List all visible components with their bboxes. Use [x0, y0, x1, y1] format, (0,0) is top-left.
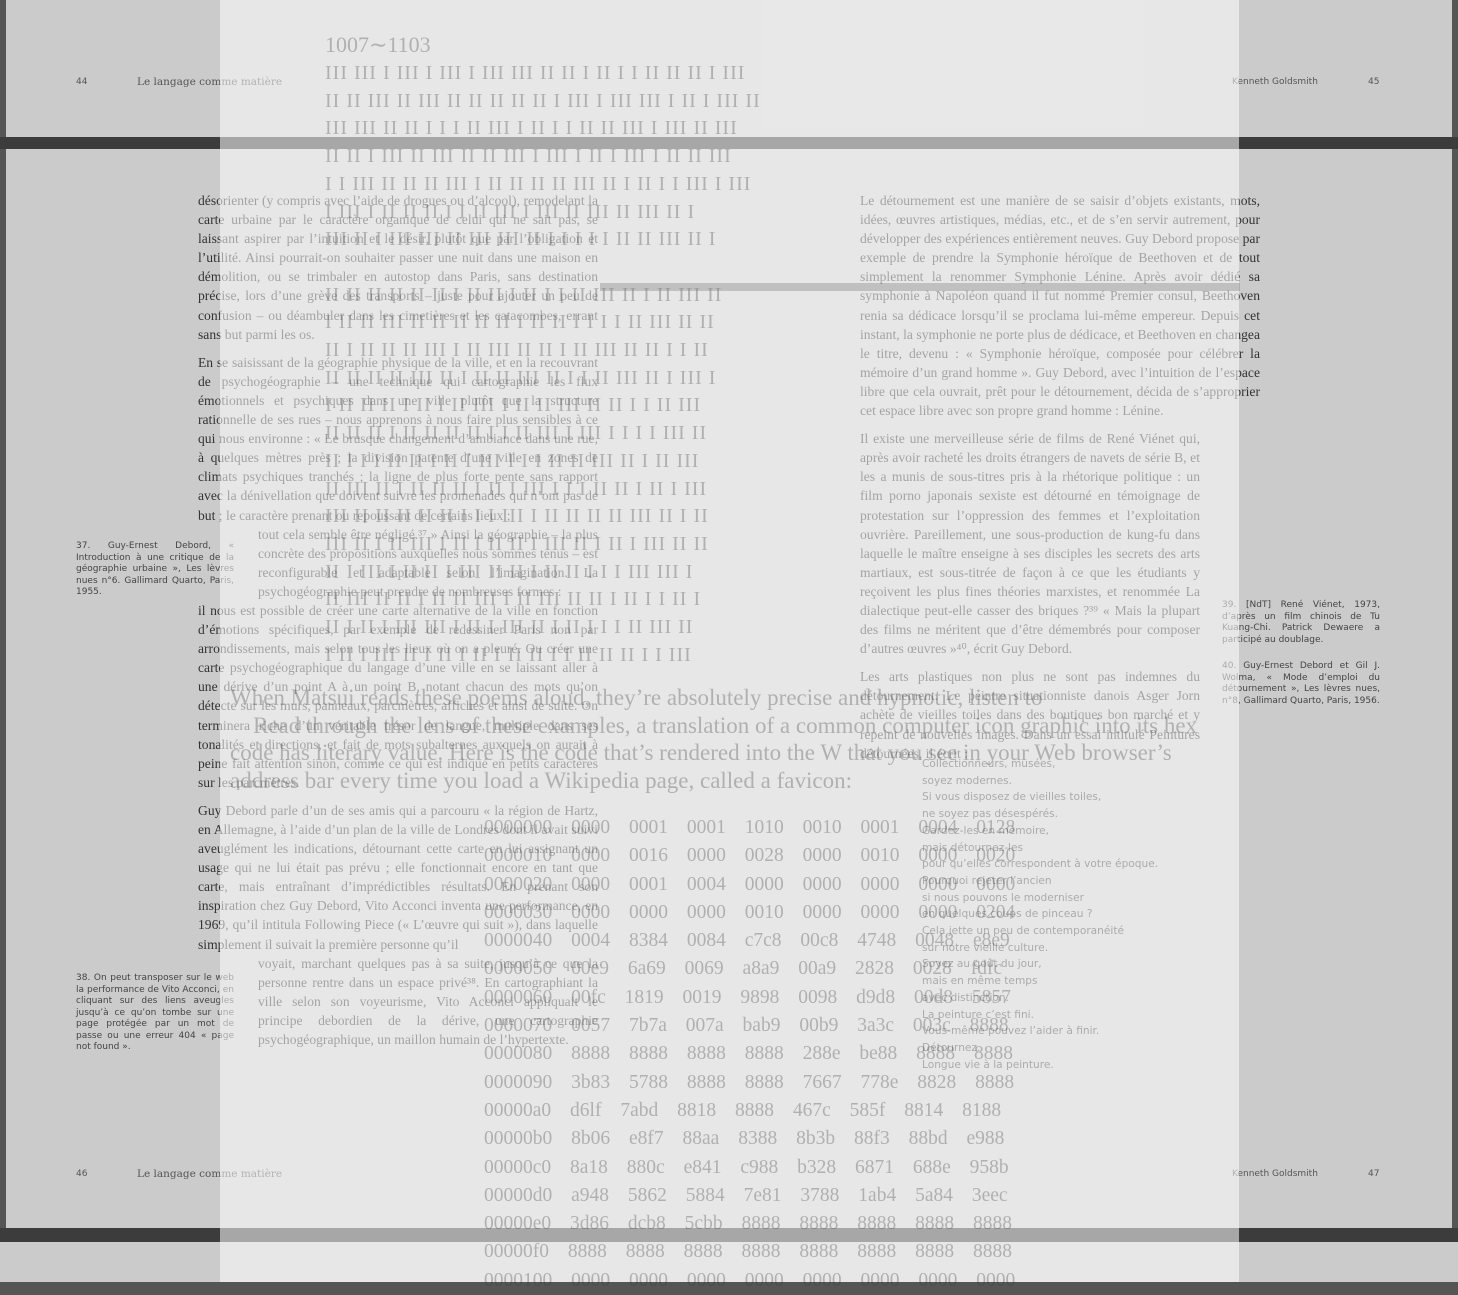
- ghost-hex-row: 0000030 0000 0000 0000 0010 0000 0000 00…: [484, 901, 1016, 923]
- ghost-hex-row: 00000e0 3d86 dcb8 5cbb 8888 8888 8888 88…: [484, 1213, 1012, 1235]
- ghost-prose-line: When Matsui reads these poems aloud, the…: [230, 685, 1043, 710]
- ghost-hex-row: 00000f0 8888 8888 8888 8888 8888 8888 88…: [484, 1241, 1012, 1263]
- ghost-hex-row: 0000090 3b83 5788 8888 8888 7667 778e 88…: [484, 1071, 1015, 1093]
- ghost-bar-row: II I III I II II I III II II I II II I I…: [325, 560, 694, 583]
- ghost-hex-row: 0000070 0057 7b7a 007a bab9 00b9 3a3c 00…: [484, 1015, 1009, 1037]
- ghost-bar-row: III III II II I I I II III I II I I II I…: [325, 117, 738, 140]
- ghost-bar-row: II II II I II II II II I I II III I III …: [325, 422, 708, 445]
- ghost-bar-rows: III III I III I III I III III II II I II…: [325, 60, 761, 669]
- ghost-bar-row: I II II II I II I II III I II II III II …: [325, 394, 702, 417]
- ghost-hex-row: 00000d0 a948 5862 5884 7e81 3788 1ab4 5a…: [484, 1184, 1008, 1206]
- ghost-hex-row: 0000010 0000 0016 0000 0028 0000 0010 00…: [484, 845, 1016, 867]
- ghost-bar-row: II II III II III II II II II II I III I …: [325, 89, 761, 112]
- left-folio: 46: [76, 1169, 88, 1179]
- ghost-rule: [600, 283, 1240, 291]
- ghost-hex-row: 0000100 0000 0000 0000 0000 0000 0000 00…: [484, 1269, 1016, 1291]
- ghost-prose-line: code has literary value. Here is the cod…: [230, 740, 1172, 766]
- right-folio: 45: [1368, 77, 1380, 87]
- ghost-bar-row: II II II II III II I II II III II I I II…: [325, 366, 717, 389]
- ghost-hex-row: 00000c0 8a18 880c e841 c988 b328 6871 68…: [484, 1156, 1009, 1178]
- ghost-hex-row: 0000080 8888 8888 8888 8888 288e be88 88…: [484, 1043, 1014, 1065]
- ghost-bar-row: I II II III II II II II II I II II I I I…: [325, 311, 715, 334]
- footnote-39: 39. [NdT] René Viénet, 1973, d’après un …: [1222, 600, 1380, 645]
- left-running-title: Le langage comme matière: [137, 76, 283, 88]
- ghost-bar-row: [325, 254, 761, 282]
- ghost-bar-row: II I II I III III I II I III II I II I I…: [325, 616, 694, 639]
- ghost-bar-row: I II I III II I II I II I II II I I II I…: [325, 643, 692, 666]
- right-running-author: Kenneth Goldsmith: [1232, 77, 1318, 87]
- right-running-author: Kenneth Goldsmith: [1232, 1169, 1318, 1179]
- ghost-hex-row: 0000020 0000 0001 0004 0000 0000 0000 00…: [484, 873, 1016, 895]
- ghost-bar-row: I I III II II II III I II II II II III I…: [325, 172, 752, 195]
- left-running-title: Le langage comme matière: [137, 1168, 283, 1180]
- ghost-bar-row: II I II II II III I II III II II I II II…: [325, 339, 709, 362]
- ghost-prose: When Matsui reads these poems aloud, the…: [230, 684, 1197, 795]
- ghost-bar-row: II III II I II II II I II I III I I I II…: [325, 477, 708, 500]
- ghost-bar-row: II I I I II II I II I III I I I II II II…: [325, 449, 700, 472]
- ghost-range-label: 1007∼1103: [325, 32, 431, 57]
- footnote-37: 37. Guy-Ernest Debord, « Introduction à …: [76, 541, 234, 597]
- ghost-prose-line: address bar every time you load a Wikipe…: [230, 768, 852, 794]
- ghost-bar-row: III III I III I III I III III II II I II…: [325, 62, 746, 84]
- ghost-hex-row: 00000a0 d6lf 7abd 8818 8888 467c 585f 88…: [484, 1099, 1002, 1121]
- ghost-hex-row: 0000050 00e9 6a69 0069 a8a9 00a9 2828 00…: [484, 958, 1003, 980]
- ghost-bar-row: III II I II III I II I II II I III II I …: [325, 532, 709, 555]
- ghost-bar-row: II II I III II III II II III I III I II …: [325, 145, 732, 168]
- footnote-40: 40. Guy-Ernest Debord et Gil J. Wolma, «…: [1222, 661, 1380, 706]
- paragraph: Le détournement est une manière de se sa…: [860, 193, 1260, 419]
- footnote-38: 38. On peut transposer sur le web la per…: [76, 973, 234, 1052]
- paragraph: Il existe une merveilleuse série de film…: [860, 431, 1200, 657]
- ghost-bar-row: III II I III III II III III II I I I I I…: [325, 228, 717, 251]
- ghost-hex-row: 0000040 0004 8384 0084 c7c8 00c8 4748 00…: [484, 930, 1010, 952]
- right-folio: 47: [1368, 1169, 1380, 1179]
- left-folio: 44: [76, 77, 88, 87]
- ghost-hex-row: 0000060 00fc 1819 0019 9898 0098 d9d8 00…: [484, 986, 1011, 1008]
- ghost-prose-line: Read through the lens of these examples,…: [230, 712, 1198, 738]
- ghost-bar-row: I III I II II II I I II III I III II III…: [325, 200, 696, 223]
- ghost-hex-dump: 0000000 0000 0001 0001 1010 0010 0001 00…: [484, 814, 1015, 1295]
- ghost-bar-row: II III II II I II II III I II III II II …: [325, 588, 702, 611]
- ghost-hex-row: 0000000 0000 0001 0001 1010 0010 0001 00…: [484, 817, 1016, 838]
- ghost-hex-row: 00000b0 8b06 e8f7 88aa 8388 8b3b 88f3 88…: [484, 1128, 1005, 1150]
- ghost-bar-row: III II II II II II I I I III I II II II …: [325, 505, 709, 528]
